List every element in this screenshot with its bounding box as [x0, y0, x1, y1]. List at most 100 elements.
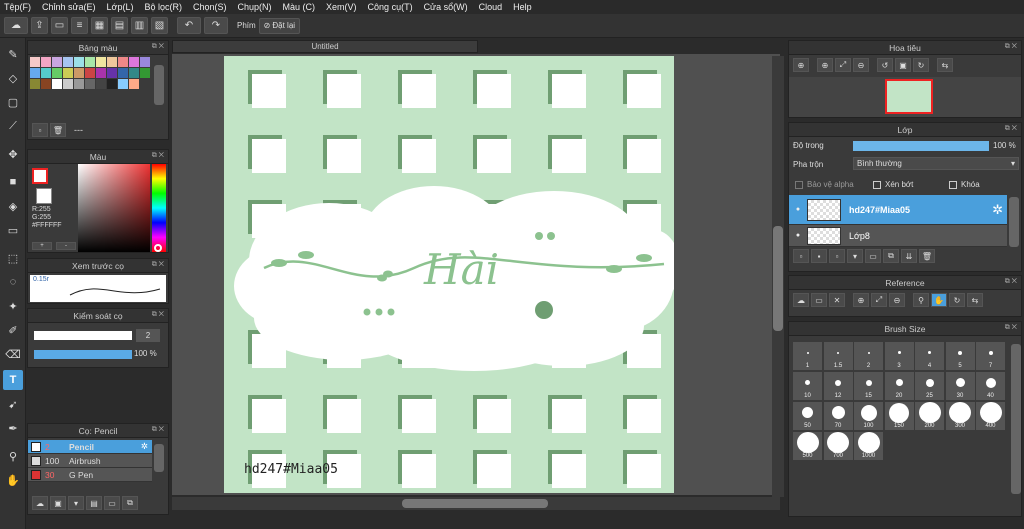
- brush-item[interactable]: 100 Airbrush: [28, 454, 152, 468]
- fill-rect-icon[interactable]: ■: [3, 172, 23, 192]
- brush-size-cell[interactable]: 4: [915, 342, 944, 370]
- blend-mode-select[interactable]: Bình thường ▾: [853, 157, 1019, 170]
- comment-icon[interactable]: ▭: [51, 17, 68, 34]
- eyedropper-icon[interactable]: ⚲: [3, 446, 23, 466]
- fit-icon[interactable]: ⤢: [871, 293, 887, 307]
- menu-item[interactable]: Chụp(N): [238, 2, 272, 12]
- duplicate-layer-icon[interactable]: ⧉: [883, 249, 899, 263]
- panel-controls-icon[interactable]: ⧉ ✕: [152, 261, 164, 269]
- delete-palette-icon[interactable]: 🗑: [50, 123, 66, 137]
- palette-swatch[interactable]: [52, 57, 62, 67]
- palette-swatch[interactable]: [85, 57, 95, 67]
- redo-icon[interactable]: ↷: [204, 17, 228, 34]
- palette-swatch[interactable]: [96, 57, 106, 67]
- new-palette-icon[interactable]: ▫: [32, 123, 48, 137]
- zoom-in-icon[interactable]: ⊕: [817, 58, 833, 72]
- notes-icon[interactable]: ≡: [71, 17, 88, 34]
- brush-size-cell[interactable]: 10: [793, 372, 822, 400]
- hue-slider[interactable]: [152, 164, 166, 252]
- remove-color-button[interactable]: -: [56, 242, 76, 250]
- palette-swatch[interactable]: [85, 68, 95, 78]
- eyedropper-icon[interactable]: ⚲: [913, 293, 929, 307]
- panel-controls-icon[interactable]: ⧉ ✕: [1005, 43, 1017, 51]
- palette-swatch[interactable]: [129, 79, 139, 89]
- brush-size-cell[interactable]: 100: [854, 402, 883, 430]
- brush-size-cell[interactable]: 3: [884, 342, 914, 370]
- grid-icon[interactable]: ▦: [91, 17, 108, 34]
- cloud-icon[interactable]: ☁: [4, 17, 28, 34]
- zoom-out-icon[interactable]: ⊖: [889, 293, 905, 307]
- foreground-color[interactable]: [32, 168, 48, 184]
- select-rect-icon[interactable]: ▢: [3, 92, 23, 112]
- alpha-protect-checkbox[interactable]: Bảo vệ alpha: [795, 180, 854, 189]
- palette-swatch[interactable]: [140, 57, 150, 67]
- menu-item[interactable]: Công cụ(T): [368, 2, 413, 12]
- menu-item[interactable]: Bộ lọc(R): [144, 2, 182, 12]
- flip-icon[interactable]: ⇆: [967, 293, 983, 307]
- add-color-button[interactable]: +: [32, 242, 52, 250]
- palette-swatch[interactable]: [63, 68, 73, 78]
- lasso-tool-icon[interactable]: ◌: [3, 272, 23, 292]
- grid4-icon[interactable]: ▧: [151, 17, 168, 34]
- gradient-tool-icon[interactable]: ▭: [3, 220, 23, 240]
- palette-swatch[interactable]: [41, 57, 51, 67]
- brush-size-cell[interactable]: 1.5: [823, 342, 853, 370]
- move-tool-icon[interactable]: ✥: [3, 144, 23, 164]
- gear-icon[interactable]: ✲: [992, 202, 1003, 218]
- brush-size-cell[interactable]: 200: [915, 402, 944, 430]
- brush-settings-icon[interactable]: ▤: [86, 496, 102, 510]
- menu-item[interactable]: Cửa sổ(W): [424, 2, 468, 12]
- brush-size-cell[interactable]: 1: [793, 342, 822, 370]
- layer-row[interactable]: ● Lớp8: [789, 225, 1007, 247]
- palette-swatch[interactable]: [118, 79, 128, 89]
- brush-size-cell[interactable]: 400: [976, 402, 1005, 430]
- panel-controls-icon[interactable]: ⧉ ✕: [1005, 125, 1017, 133]
- brush-size-cell[interactable]: 30: [945, 372, 975, 400]
- layer-scrollbar[interactable]: [1009, 197, 1019, 247]
- palette-swatch[interactable]: [140, 68, 150, 78]
- zoom-out-icon[interactable]: ⊖: [853, 58, 869, 72]
- magic-wand-icon[interactable]: ✦: [3, 296, 23, 316]
- hand-tool-icon[interactable]: ✋: [3, 470, 23, 490]
- menu-item[interactable]: Chọn(S): [193, 2, 227, 12]
- navigator-thumbnail[interactable]: [885, 79, 933, 114]
- background-color[interactable]: [36, 188, 52, 204]
- brush-opacity-slider[interactable]: [34, 350, 132, 359]
- brush-size-cell[interactable]: 70: [823, 402, 853, 430]
- grid2-icon[interactable]: ▤: [111, 17, 128, 34]
- duplicate-brush-icon[interactable]: ⧉: [122, 496, 138, 510]
- grid3-icon[interactable]: ▥: [131, 17, 148, 34]
- palette-swatch[interactable]: [74, 79, 84, 89]
- palette-swatch[interactable]: [63, 57, 73, 67]
- menu-item[interactable]: Tệp(F): [4, 2, 31, 12]
- palette-swatch[interactable]: [118, 68, 128, 78]
- fit-icon[interactable]: ⤢: [835, 58, 851, 72]
- add-brush-icon[interactable]: ▾: [68, 496, 84, 510]
- panel-controls-icon[interactable]: ⧉ ✕: [152, 152, 164, 160]
- panel-controls-icon[interactable]: ⧉ ✕: [152, 311, 164, 319]
- visibility-icon[interactable]: ●: [789, 206, 807, 213]
- open-brush-icon[interactable]: ▣: [50, 496, 66, 510]
- bucket-tool-icon[interactable]: ◈: [3, 196, 23, 216]
- hand-icon[interactable]: ✋: [931, 293, 947, 307]
- brush-size-cell[interactable]: 50: [793, 402, 822, 430]
- layer-opacity-slider[interactable]: [853, 141, 989, 151]
- palette-swatch[interactable]: [107, 57, 117, 67]
- palette-swatch[interactable]: [30, 57, 40, 67]
- saturation-picker[interactable]: [78, 164, 150, 252]
- palette-scrollbar[interactable]: [154, 65, 164, 105]
- menu-item[interactable]: Cloud: [479, 2, 503, 12]
- brush-size-cell[interactable]: 20: [884, 372, 914, 400]
- brush-size-cell[interactable]: 1000: [854, 432, 883, 460]
- brush-size-cell[interactable]: 150: [884, 402, 914, 430]
- palette-swatch[interactable]: [107, 79, 117, 89]
- brush-size-cell[interactable]: 5: [945, 342, 975, 370]
- palette-swatch[interactable]: [85, 79, 95, 89]
- vertical-scroll-thumb[interactable]: [773, 226, 783, 331]
- reset-button[interactable]: ⊘ Đặt lại: [258, 17, 301, 34]
- brush-size-value[interactable]: 2: [136, 329, 160, 342]
- rotate-left-icon[interactable]: ↺: [877, 58, 893, 72]
- new-layer-8bit-icon[interactable]: ▪: [811, 249, 827, 263]
- eraser-tool-icon[interactable]: ◇: [3, 68, 23, 88]
- cloud-ref-icon[interactable]: ☁: [793, 293, 809, 307]
